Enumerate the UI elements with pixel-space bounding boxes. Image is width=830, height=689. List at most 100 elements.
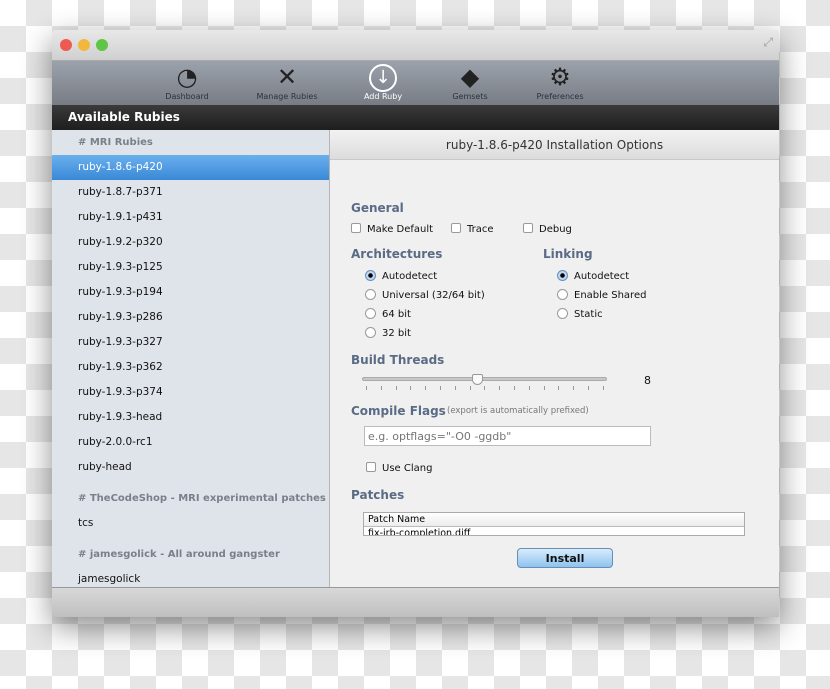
- slider-tick: [395, 386, 397, 390]
- list-item[interactable]: ruby-head: [52, 455, 329, 480]
- list-item[interactable]: ruby-1.9.3-p286: [52, 305, 329, 330]
- architecture-radio[interactable]: 64 bit: [365, 308, 411, 320]
- list-item[interactable]: ruby-1.9.3-p125: [52, 255, 329, 280]
- linking-radio[interactable]: Static: [557, 308, 603, 320]
- slider-tick: [380, 386, 382, 390]
- minimize-button[interactable]: [78, 39, 90, 51]
- list-item[interactable]: ruby-1.9.1-p431: [52, 205, 329, 230]
- slider-tick: [440, 386, 441, 390]
- slider-tick: [425, 386, 427, 390]
- slider-thumb[interactable]: [472, 374, 484, 385]
- radio-icon: [365, 308, 376, 319]
- group-header: # MRI Rubies: [78, 137, 153, 148]
- fullscreen-icon[interactable]: ⤢: [763, 35, 773, 50]
- linking-radio[interactable]: Autodetect: [557, 270, 629, 282]
- build-threads-value: 8: [644, 374, 651, 387]
- slider-tick: [602, 386, 604, 390]
- use-clang-checkbox[interactable]: Use Clang: [366, 462, 432, 474]
- table-row[interactable]: fix-irb-completion.diff: [364, 527, 744, 535]
- checkbox-icon: [523, 223, 533, 233]
- slider-tick: [499, 386, 501, 390]
- toolbar-label: Dashboard: [165, 92, 209, 101]
- slider-tick: [588, 386, 589, 390]
- toolbar-label: Manage Rubies: [256, 92, 318, 101]
- radio-icon: [557, 270, 568, 281]
- architecture-radio[interactable]: Autodetect: [365, 270, 437, 282]
- radio-label: Enable Shared: [574, 290, 647, 301]
- linking-heading: Linking: [543, 247, 593, 261]
- slider-tick: [484, 386, 486, 390]
- slider-tick: [469, 386, 471, 390]
- checkbox-label: Debug: [539, 224, 572, 235]
- list-item[interactable]: ruby-1.9.3-p374: [52, 380, 329, 405]
- toolbar-manage-rubies[interactable]: ✕ Manage Rubies: [247, 61, 327, 101]
- toolbar-preferences[interactable]: ⚙ Preferences: [520, 61, 600, 101]
- title-bar: ⤢: [52, 30, 779, 60]
- checkbox-icon: [351, 223, 361, 233]
- slider-tick: [543, 386, 545, 390]
- patches-table[interactable]: Patch Name fix-irb-completion.diff: [363, 512, 745, 536]
- toolbar-add-ruby[interactable]: ↓ Add Ruby: [343, 61, 423, 101]
- radio-label: Autodetect: [382, 271, 438, 282]
- make-default-checkbox[interactable]: Make Default: [351, 223, 433, 235]
- panel-title: ruby-1.8.6-p420 Installation Options: [330, 130, 779, 160]
- sidebar-title: Available Rubies: [52, 105, 779, 130]
- trace-checkbox[interactable]: Trace: [451, 223, 494, 235]
- slider-tick: [366, 386, 367, 390]
- list-item[interactable]: ruby-1.9.3-p194: [52, 280, 329, 305]
- list-item[interactable]: ruby-1.9.3-head: [52, 405, 329, 430]
- group-header: # jamesgolick - All around gangster: [78, 549, 280, 560]
- architectures-heading: Architectures: [351, 247, 443, 261]
- group-header: # TheCodeShop - MRI experimental patches: [78, 493, 326, 504]
- slider-tick: [528, 386, 530, 390]
- linking-radio[interactable]: Enable Shared: [557, 289, 646, 301]
- slider-tick: [558, 386, 560, 390]
- installation-options-panel: ruby-1.8.6-p420 Installation Options Gen…: [330, 130, 779, 587]
- list-item[interactable]: tcs: [52, 511, 329, 536]
- architecture-radio[interactable]: 32 bit: [365, 327, 411, 339]
- radio-icon: [365, 289, 376, 300]
- general-heading: General: [351, 201, 404, 215]
- radio-label: 32 bit: [382, 328, 411, 339]
- patches-heading: Patches: [351, 488, 405, 502]
- close-button[interactable]: [60, 39, 72, 51]
- slider-tick: [410, 386, 412, 390]
- compile-flags-note: (export is automatically prefixed): [447, 406, 589, 416]
- list-item[interactable]: ruby-1.9.3-p362: [52, 355, 329, 380]
- build-threads-heading: Build Threads: [351, 353, 445, 367]
- list-item[interactable]: ruby-1.9.2-p320: [52, 230, 329, 255]
- app-window: ⤢ ◔ Dashboard ✕ Manage Rubies ↓ Add Ruby ◆ Gems…: [52, 30, 779, 617]
- slider-tick: [573, 386, 575, 390]
- list-item[interactable]: ruby-1.9.3-p327: [52, 330, 329, 355]
- radio-icon: [557, 289, 568, 300]
- checkbox-label: Make Default: [367, 224, 434, 235]
- radio-label: Autodetect: [574, 271, 630, 282]
- dashboard-gauge-icon: ◔: [176, 63, 198, 91]
- build-threads-slider[interactable]: [362, 374, 607, 391]
- radio-icon: [557, 308, 568, 319]
- zoom-button[interactable]: [96, 39, 108, 51]
- compile-flags-input[interactable]: [364, 426, 651, 446]
- status-bar: [52, 587, 779, 617]
- ruby-list[interactable]: # MRI Rubies ruby-1.8.6-p420 ruby-1.8.7-p3…: [52, 130, 330, 587]
- toolbar-gemsets[interactable]: ◆ Gemsets: [430, 61, 510, 101]
- list-item[interactable]: ruby-1.8.7-p371: [52, 180, 329, 205]
- checkbox-label: Trace: [467, 224, 494, 235]
- patch-name-column-header[interactable]: Patch Name: [364, 513, 744, 527]
- radio-label: Static: [574, 309, 603, 320]
- list-item[interactable]: ruby-1.8.6-p420: [52, 155, 329, 180]
- radio-label: 64 bit: [382, 309, 411, 320]
- toolbar-label: Add Ruby: [363, 92, 403, 101]
- install-button[interactable]: Install: [517, 548, 613, 568]
- gem-icon: ◆: [460, 63, 480, 91]
- slider-tick: [454, 386, 456, 390]
- toolbar: ◔ Dashboard ✕ Manage Rubies ↓ Add Ruby ◆ Gemset…: [52, 60, 779, 105]
- checkbox-icon: [451, 223, 461, 233]
- wrench-screwdriver-icon: ✕: [276, 63, 298, 91]
- list-item[interactable]: ruby-2.0.0-rc1: [52, 430, 329, 455]
- toolbar-label: Gemsets: [452, 92, 488, 101]
- toolbar-dashboard[interactable]: ◔ Dashboard: [147, 61, 227, 101]
- debug-checkbox[interactable]: Debug: [523, 223, 572, 235]
- list-item[interactable]: jamesgolick: [52, 567, 329, 587]
- architecture-radio[interactable]: Universal (32/64 bit): [365, 289, 485, 301]
